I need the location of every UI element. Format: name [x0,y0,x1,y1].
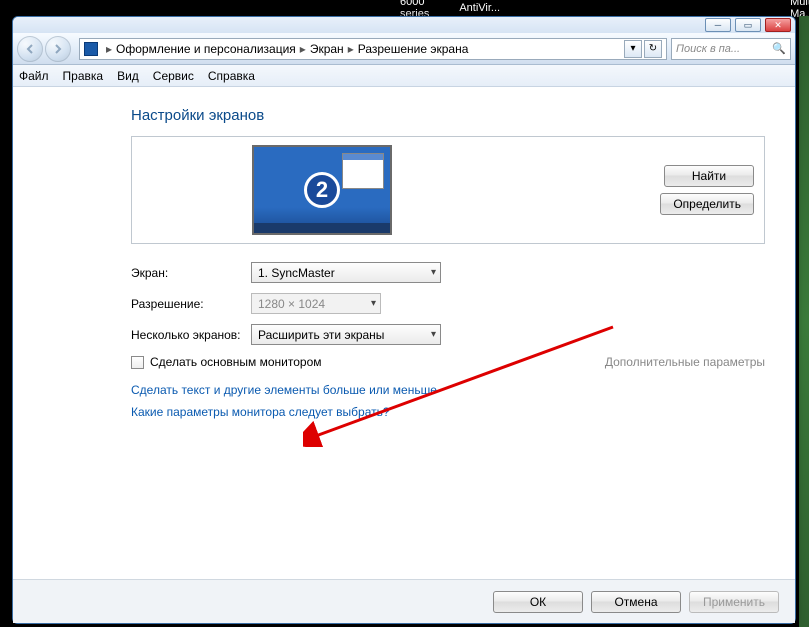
content-pane: Настройки экранов 2 Найти Определить Экр… [13,87,795,419]
control-panel-icon [84,42,98,56]
address-dropdown-button[interactable]: ▾ [624,40,642,58]
chevron-right-icon: ▸ [106,42,112,56]
window: ─ ▭ ✕ ▸ Оформление и персонализация ▸ Эк… [12,16,796,624]
screen-select[interactable]: 1. SyncMaster [251,262,441,283]
breadcrumb-item[interactable]: Разрешение экрана [358,42,469,56]
minimize-button[interactable]: ─ [705,18,731,32]
mini-taskbar-icon [254,223,390,233]
search-input[interactable]: Поиск в па... 🔍 [671,38,791,60]
cancel-button[interactable]: Отмена [591,591,681,613]
page-heading: Настройки экранов [131,107,765,124]
arrow-left-icon [24,43,36,55]
chevron-right-icon: ▸ [348,42,354,56]
menu-file[interactable]: Файл [19,69,49,83]
find-button[interactable]: Найти [664,165,754,187]
detect-button[interactable]: Определить [660,193,754,215]
titlebar: ─ ▭ ✕ [13,17,795,33]
menubar: Файл Правка Вид Сервис Справка [13,65,795,87]
chevron-right-icon: ▸ [300,42,306,56]
arrow-right-icon [52,43,64,55]
breadcrumb-item[interactable]: Экран [310,42,344,56]
breadcrumb-item[interactable]: Оформление и персонализация [116,42,296,56]
address-bar[interactable]: ▸ Оформление и персонализация ▸ Экран ▸ … [79,38,667,60]
monitor-preview-box: 2 Найти Определить [131,136,765,244]
main-monitor-checkbox[interactable] [131,356,144,369]
button-bar: ОК Отмена Применить [13,579,795,623]
taskbar-item[interactable]: AntiVir... [459,2,500,14]
menu-view[interactable]: Вид [117,69,139,83]
multi-label: Несколько экранов: [131,328,251,342]
menu-edit[interactable]: Правка [63,69,104,83]
nav-forward-button[interactable] [45,36,71,62]
desktop-edge [799,16,809,627]
which-settings-link[interactable]: Какие параметры монитора следует выбрать… [131,405,765,419]
mini-window-icon [342,153,384,189]
screen-label: Экран: [131,266,251,280]
navbar: ▸ Оформление и персонализация ▸ Экран ▸ … [13,33,795,65]
ok-button[interactable]: ОК [493,591,583,613]
search-placeholder: Поиск в па... [676,43,740,55]
monitor-thumbnail[interactable]: 2 [252,145,392,235]
text-size-link[interactable]: Сделать текст и другие элементы больше и… [131,383,765,397]
resolution-select[interactable]: 1280 × 1024 [251,293,381,314]
maximize-button[interactable]: ▭ [735,18,761,32]
menu-tools[interactable]: Сервис [153,69,194,83]
menu-help[interactable]: Справка [208,69,255,83]
refresh-button[interactable]: ↻ [644,40,662,58]
resolution-label: Разрешение: [131,297,251,311]
apply-button[interactable]: Применить [689,591,779,613]
nav-back-button[interactable] [17,36,43,62]
close-button[interactable]: ✕ [765,18,791,32]
taskbar: 6000 series AntiVir... Multi Ma... умень… [0,0,809,16]
advanced-link[interactable]: Дополнительные параметры [605,355,765,369]
search-icon: 🔍 [772,42,786,55]
multi-select[interactable]: Расширить эти экраны [251,324,441,345]
monitor-number-badge: 2 [304,172,340,208]
main-monitor-label: Сделать основным монитором [150,355,322,369]
